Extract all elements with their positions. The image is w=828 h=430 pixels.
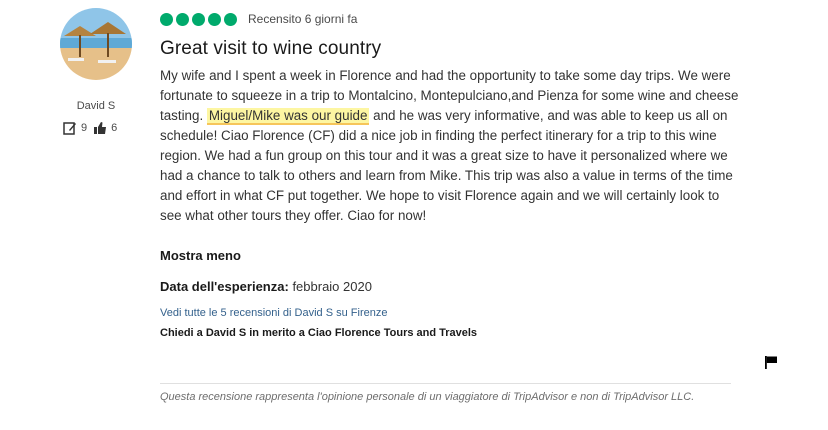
disclaimer: Questa recensione rappresenta l'opinione… [160, 391, 695, 403]
all-reviews-link[interactable]: Vedi tutte le 5 recensioni di David S su… [160, 307, 387, 319]
rating-bubble [208, 12, 221, 26]
divider [160, 383, 731, 384]
experience-date: Data dell'esperienza: febbraio 2020 [160, 279, 372, 294]
rating-bubble [192, 12, 205, 26]
thumbs-up-icon [94, 122, 107, 134]
contributions-icon [63, 122, 76, 135]
rating-bubble [160, 12, 173, 26]
review-body: My wife and I spent a week in Florence a… [160, 66, 740, 226]
reviewer-avatar[interactable] [60, 8, 132, 80]
reviewer-name[interactable]: David S [60, 100, 132, 112]
review-text-part: and he was very informative, and was abl… [160, 108, 733, 223]
contributions-count: 9 [81, 122, 88, 134]
experience-date-value: febbraio 2020 [292, 279, 372, 294]
ask-reviewer-link[interactable]: Chiedi a David S in merito a Ciao Floren… [160, 327, 477, 339]
review-date: Recensito 6 giorni fa [248, 12, 358, 26]
review-title[interactable]: Great visit to wine country [160, 38, 381, 60]
reviewer-stats: 9 6 [63, 120, 123, 136]
review-highlight: Miguel/Mike was our guide [206, 108, 370, 125]
rating-bubble [224, 12, 237, 26]
rating-bubbles: Recensito 6 giorni fa [160, 12, 357, 26]
show-less-button[interactable]: Mostra meno [160, 248, 241, 263]
rating-bubble [176, 12, 189, 26]
helpful-votes-count: 6 [111, 122, 118, 134]
flag-icon[interactable] [764, 355, 778, 369]
experience-date-label: Data dell'esperienza: [160, 279, 289, 294]
